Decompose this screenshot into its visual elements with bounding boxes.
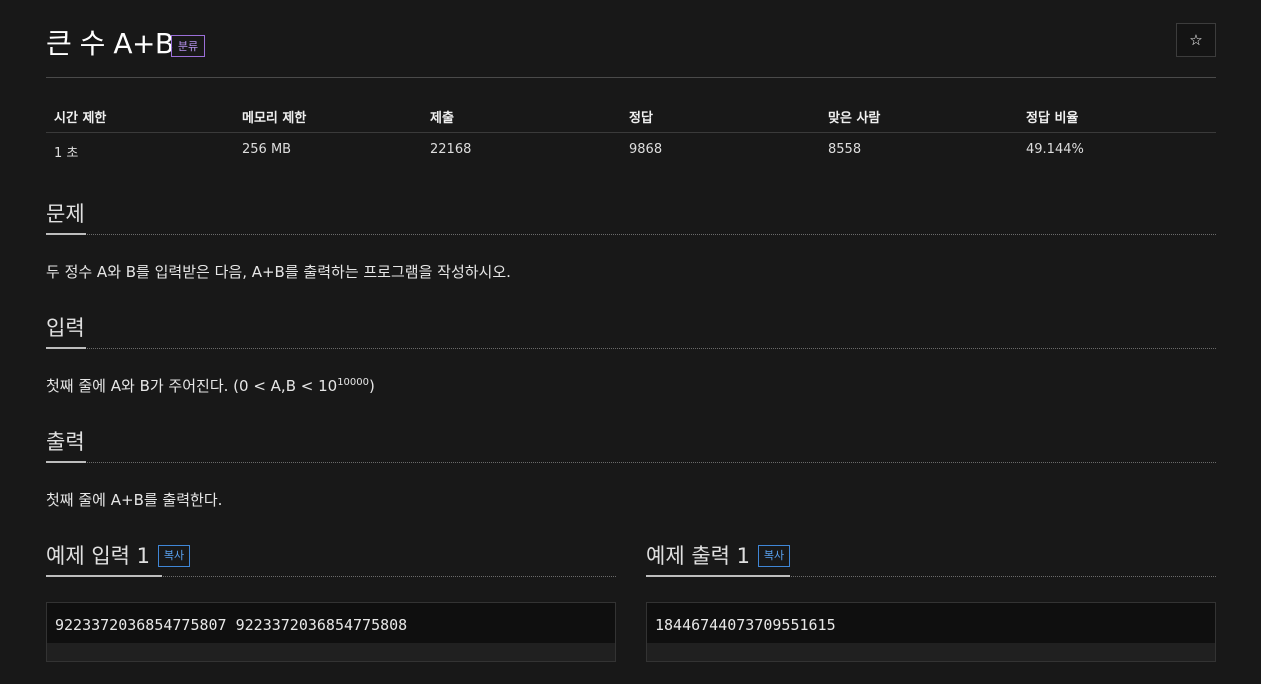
- copy-input-button[interactable]: 복사: [158, 545, 190, 567]
- section-divider: [46, 230, 1216, 235]
- problem-page: 큰 수 A+B 분류 ☆ 시간 제한 메모리 제한 제출 정답 맞은 사람 정답…: [0, 0, 1261, 684]
- section-divider: [646, 572, 1216, 577]
- stats-value-row: 1 초 256 MB 22168 9868 8558 49.144%: [46, 133, 1216, 167]
- output-description: 첫째 줄에 A+B를 출력한다.: [46, 491, 223, 509]
- header-submissions: 제출: [430, 111, 454, 126]
- section-divider: [46, 458, 1216, 463]
- star-icon: ☆: [1189, 31, 1203, 49]
- input-description: 첫째 줄에 A와 B가 주어진다. (0 < A,B < 1010000): [46, 377, 375, 395]
- section-divider: [46, 344, 1216, 349]
- header-solved-users: 맞은 사람: [828, 111, 881, 126]
- sample-output-box[interactable]: 18446744073709551615: [646, 602, 1216, 662]
- sample-output-content: 18446744073709551615: [655, 616, 836, 634]
- copy-output-button[interactable]: 복사: [758, 545, 790, 567]
- problem-heading: 문제: [46, 202, 85, 226]
- input-section: 입력 첫째 줄에 A와 B가 주어진다. (0 < A,B < 1010000): [46, 312, 1216, 396]
- accepted-value: 9868: [629, 142, 663, 157]
- page-title: 큰 수 A+B: [46, 27, 174, 60]
- code-box-scrollbar: [647, 643, 1215, 661]
- input-heading: 입력: [46, 316, 85, 340]
- sample-input-section: 예제 입력 1 복사 9223372036854775807 922337203…: [46, 540, 616, 662]
- header-accepted: 정답: [629, 111, 653, 126]
- header-time-limit: 시간 제한: [54, 111, 107, 126]
- sample-input-content: 9223372036854775807 9223372036854775808: [55, 616, 408, 634]
- output-section: 출력 첫째 줄에 A+B를 출력한다.: [46, 426, 1216, 510]
- stats-header-row: 시간 제한 메모리 제한 제출 정답 맞은 사람 정답 비율: [46, 98, 1216, 133]
- favorite-button[interactable]: ☆: [1176, 23, 1216, 57]
- sample-output-title: 예제 출력 1: [646, 544, 750, 568]
- header-memory-limit: 메모리 제한: [242, 111, 307, 126]
- sample-input-title: 예제 입력 1: [46, 544, 150, 568]
- time-limit-value: 1 초: [54, 146, 79, 161]
- sample-input-box[interactable]: 9223372036854775807 9223372036854775808: [46, 602, 616, 662]
- stats-table: 시간 제한 메모리 제한 제출 정답 맞은 사람 정답 비율 1 초 256 M…: [46, 98, 1216, 167]
- problem-description: 두 정수 A와 B를 입력받은 다음, A+B를 출력하는 프로그램을 작성하시…: [46, 263, 511, 281]
- category-button[interactable]: 분류: [171, 35, 205, 57]
- sample-output-section: 예제 출력 1 복사 18446744073709551615: [646, 540, 1216, 662]
- section-divider: [46, 572, 616, 577]
- sample-output-heading: 예제 출력 1 복사: [646, 540, 1216, 572]
- submissions-value: 22168: [430, 142, 472, 157]
- code-box-scrollbar: [47, 643, 615, 661]
- accept-ratio-value: 49.144%: [1026, 142, 1084, 157]
- header-accept-ratio: 정답 비율: [1026, 111, 1079, 126]
- output-heading: 출력: [46, 430, 85, 454]
- memory-limit-value: 256 MB: [242, 142, 292, 157]
- header-divider: [46, 77, 1216, 78]
- solved-users-value: 8558: [828, 142, 862, 157]
- problem-section: 문제 두 정수 A와 B를 입력받은 다음, A+B를 출력하는 프로그램을 작…: [46, 198, 1216, 282]
- sample-input-heading: 예제 입력 1 복사: [46, 540, 616, 572]
